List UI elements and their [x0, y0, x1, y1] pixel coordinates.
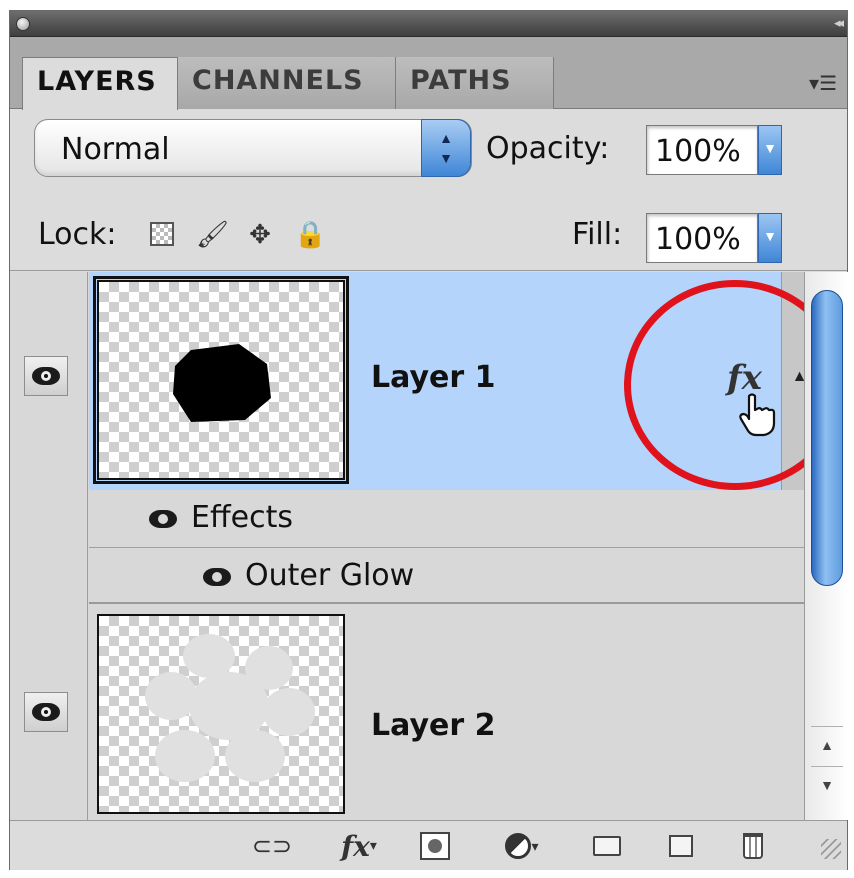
visibility-column [10, 490, 88, 548]
lock-image-pixels-icon[interactable]: 🖌 [196, 219, 229, 249]
visibility-column [10, 604, 88, 820]
opacity-label: Opacity: [486, 131, 610, 166]
trash-icon[interactable] [736, 829, 770, 863]
outer-glow-content[interactable]: Outer Glow [89, 548, 804, 604]
fill-field[interactable]: 100% [646, 213, 758, 263]
lock-all-icon[interactable]: 🔒 [294, 219, 326, 249]
layer-1-name[interactable]: Layer 1 [371, 360, 495, 395]
lock-transparency-icon[interactable] [148, 219, 176, 249]
layer-1-thumbnail[interactable] [93, 276, 349, 484]
layer-2-content[interactable]: Layer 2 [89, 604, 804, 820]
layer-mask-icon[interactable] [418, 829, 452, 863]
layer-row-layer-2[interactable]: Layer 2 [10, 604, 804, 820]
panel-tab-bar: LAYERS CHANNELS PATHS ▾☰ [10, 37, 847, 110]
resize-grip-icon[interactable] [821, 839, 841, 859]
lock-position-icon[interactable]: ✥ [246, 219, 274, 249]
eye-icon [32, 367, 60, 385]
panel-title-bar: ◂◂ [10, 11, 847, 37]
collapse-panel-icon[interactable]: ◂◂ [834, 15, 844, 31]
outer-glow-label: Outer Glow [203, 558, 414, 593]
layer-row-layer-1[interactable]: Layer 1 fx ▲ [10, 272, 804, 490]
layer-2-name[interactable]: Layer 2 [371, 708, 495, 743]
eye-icon[interactable] [149, 509, 177, 528]
add-layer-style-button[interactable]: fx ▾ [332, 829, 386, 863]
blend-mode-select[interactable]: Normal ▲ ▼ [34, 119, 472, 177]
fill-label: Fill: [572, 217, 623, 252]
layer-2-visibility-toggle[interactable] [24, 692, 68, 732]
tab-channels[interactable]: CHANNELS [178, 57, 396, 109]
effects-label: Effects [149, 500, 293, 535]
link-layers-icon[interactable]: ⊂⊃ [246, 829, 298, 863]
visibility-column [10, 548, 88, 604]
lock-row: Lock: 🖌 ✥ 🔒 Fill: 100% ▼ [10, 201, 847, 271]
effects-content[interactable]: Effects [89, 490, 804, 548]
layer-2-thumbnail[interactable] [97, 614, 345, 814]
scroll-up-icon[interactable]: ▲ [811, 726, 843, 764]
close-panel-button[interactable] [16, 17, 30, 31]
scroll-thumb[interactable] [811, 290, 843, 586]
new-group-icon[interactable] [590, 829, 624, 863]
adjustment-layer-icon[interactable]: ▾ [500, 829, 544, 863]
tab-paths[interactable]: PATHS [396, 57, 554, 109]
lock-label: Lock: [38, 217, 117, 252]
blend-mode-value: Normal [61, 132, 170, 167]
layers-panel: ◂◂ LAYERS CHANNELS PATHS ▾☰ Normal ▲ ▼ Op… [9, 10, 848, 870]
layer-list-scrollbar[interactable]: ▲ ▼ [804, 272, 848, 820]
eye-icon [32, 703, 60, 721]
new-layer-icon[interactable] [664, 829, 698, 863]
tab-layers[interactable]: LAYERS [22, 57, 178, 110]
effects-row[interactable]: Effects [10, 490, 804, 548]
bottom-toolbar: ⊂⊃ fx ▾ ▾ [10, 820, 847, 870]
layer-list: Layer 1 fx ▲ Effects Outer Glow Layer 2 [10, 272, 804, 820]
layer-1-visibility-toggle[interactable] [24, 356, 68, 396]
visibility-column [10, 272, 88, 490]
fx-icon: fx [341, 829, 370, 863]
scroll-down-icon[interactable]: ▼ [811, 766, 843, 804]
opacity-dropdown-icon[interactable]: ▼ [758, 125, 782, 175]
eye-icon[interactable] [203, 567, 231, 586]
blend-mode-stepper-icon[interactable]: ▲ ▼ [421, 119, 471, 177]
fill-dropdown-icon[interactable]: ▼ [758, 213, 782, 263]
opacity-field[interactable]: 100% [646, 125, 758, 175]
blend-row: Normal ▲ ▼ Opacity: 100% ▼ [10, 109, 847, 189]
panel-menu-icon[interactable]: ▾☰ [809, 71, 837, 96]
outer-glow-row[interactable]: Outer Glow [10, 548, 804, 604]
